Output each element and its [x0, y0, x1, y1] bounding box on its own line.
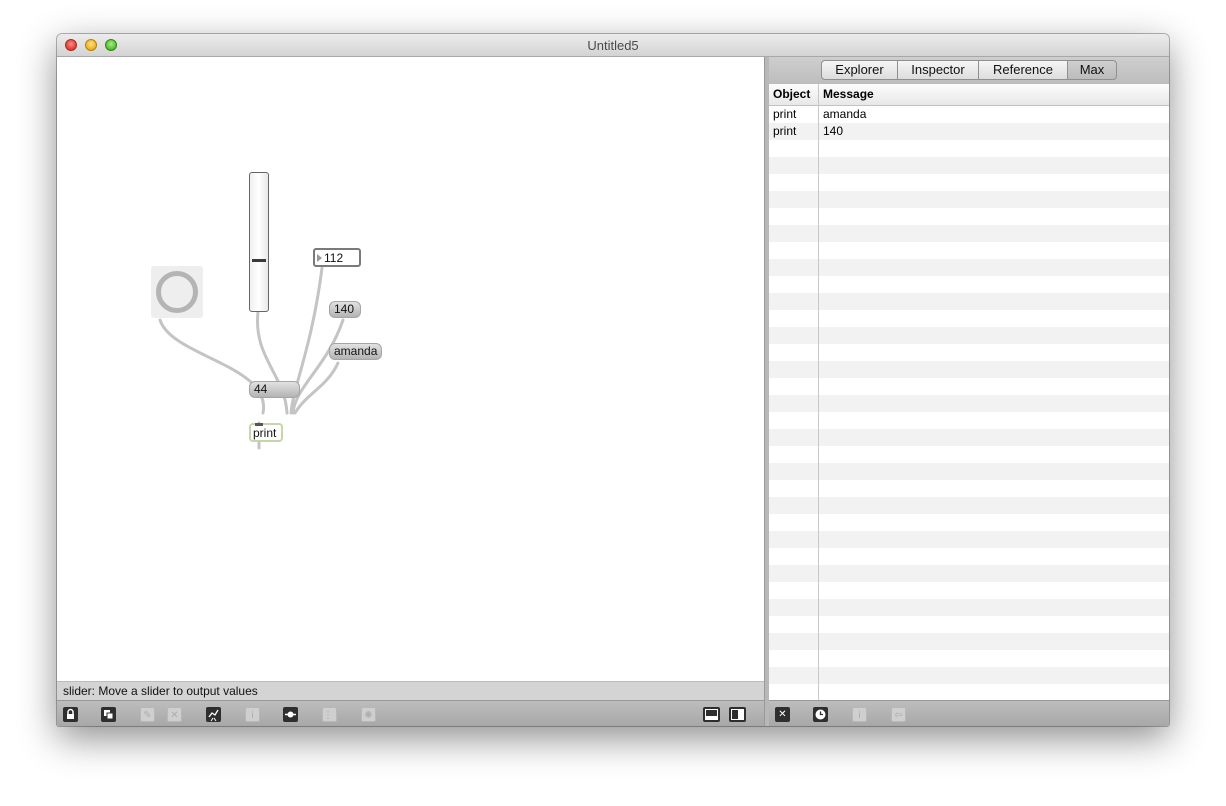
- connect-icon[interactable]: [283, 707, 298, 722]
- print-object[interactable]: print: [249, 423, 283, 442]
- lock-icon[interactable]: [63, 707, 78, 722]
- console-row-object: print: [773, 124, 797, 138]
- inspector-graph-icon[interactable]: [206, 707, 221, 722]
- snapshot-icon[interactable]: ✺: [361, 707, 376, 722]
- clear-console-icon[interactable]: ✕: [775, 707, 790, 722]
- print-label: print: [253, 426, 277, 440]
- console-row-message: 140: [823, 124, 844, 138]
- title-bar: Untitled5: [57, 34, 1169, 57]
- column-message[interactable]: Message: [823, 84, 874, 105]
- message-140[interactable]: 140: [329, 301, 361, 318]
- patch-cords: [158, 266, 345, 450]
- append-object[interactable]: 44: [249, 381, 300, 398]
- status-bar: slider: Move a slider to output values: [57, 681, 764, 700]
- console-rows: print amanda print 140: [769, 106, 1169, 701]
- number-box-arrow-icon: [317, 254, 322, 262]
- patcher-toolbar: ✎ ✕ i ⋮⋮ ✺: [57, 700, 764, 726]
- dial-ring: [156, 271, 198, 313]
- tab-reference[interactable]: Reference: [978, 60, 1068, 80]
- number-box[interactable]: 112: [313, 248, 361, 267]
- patch-canvas[interactable]: 112 140 amanda 44 print: [57, 57, 764, 681]
- number-box-value: 112: [324, 251, 344, 265]
- console-row-message: amanda: [823, 107, 867, 121]
- clear-icon[interactable]: ✕: [167, 707, 182, 722]
- back-arrow-icon[interactable]: ⇦: [891, 707, 906, 722]
- cord-dial-to-append: [158, 318, 265, 415]
- slider[interactable]: [249, 172, 269, 312]
- side-panel-icon[interactable]: [729, 707, 746, 722]
- clock-icon[interactable]: [813, 707, 828, 722]
- sidebar-tabs: Explorer Inspector Reference Max: [769, 57, 1169, 85]
- console-row[interactable]: print 140: [769, 123, 1169, 140]
- window-title: Untitled5: [587, 38, 639, 53]
- console-column-header: Object Message: [769, 84, 1169, 106]
- column-object[interactable]: Object: [773, 84, 810, 105]
- grid-icon[interactable]: ⋮⋮: [322, 707, 343, 722]
- tab-max[interactable]: Max: [1067, 60, 1117, 80]
- column-divider: [818, 84, 819, 701]
- tab-explorer[interactable]: Explorer: [821, 60, 898, 80]
- console-row-object: print: [773, 107, 797, 121]
- dial[interactable]: [151, 266, 203, 318]
- message-amanda[interactable]: amanda: [329, 343, 382, 360]
- console-toolbar: ✕ i ⇦: [769, 700, 1169, 726]
- patcher-window: Untitled5 112 140 amanda 44 print slider…: [57, 34, 1169, 726]
- sketch-icon[interactable]: ✎: [140, 707, 155, 722]
- info-icon[interactable]: i: [852, 707, 867, 722]
- sidebar: Explorer Inspector Reference Max Object …: [769, 57, 1169, 726]
- console-row[interactable]: print amanda: [769, 106, 1169, 123]
- presentation-icon[interactable]: [101, 707, 116, 722]
- bottom-panel-icon[interactable]: [703, 707, 720, 722]
- slider-knob[interactable]: [252, 259, 266, 262]
- tab-inspector[interactable]: Inspector: [897, 60, 979, 80]
- info-icon[interactable]: i: [245, 707, 260, 722]
